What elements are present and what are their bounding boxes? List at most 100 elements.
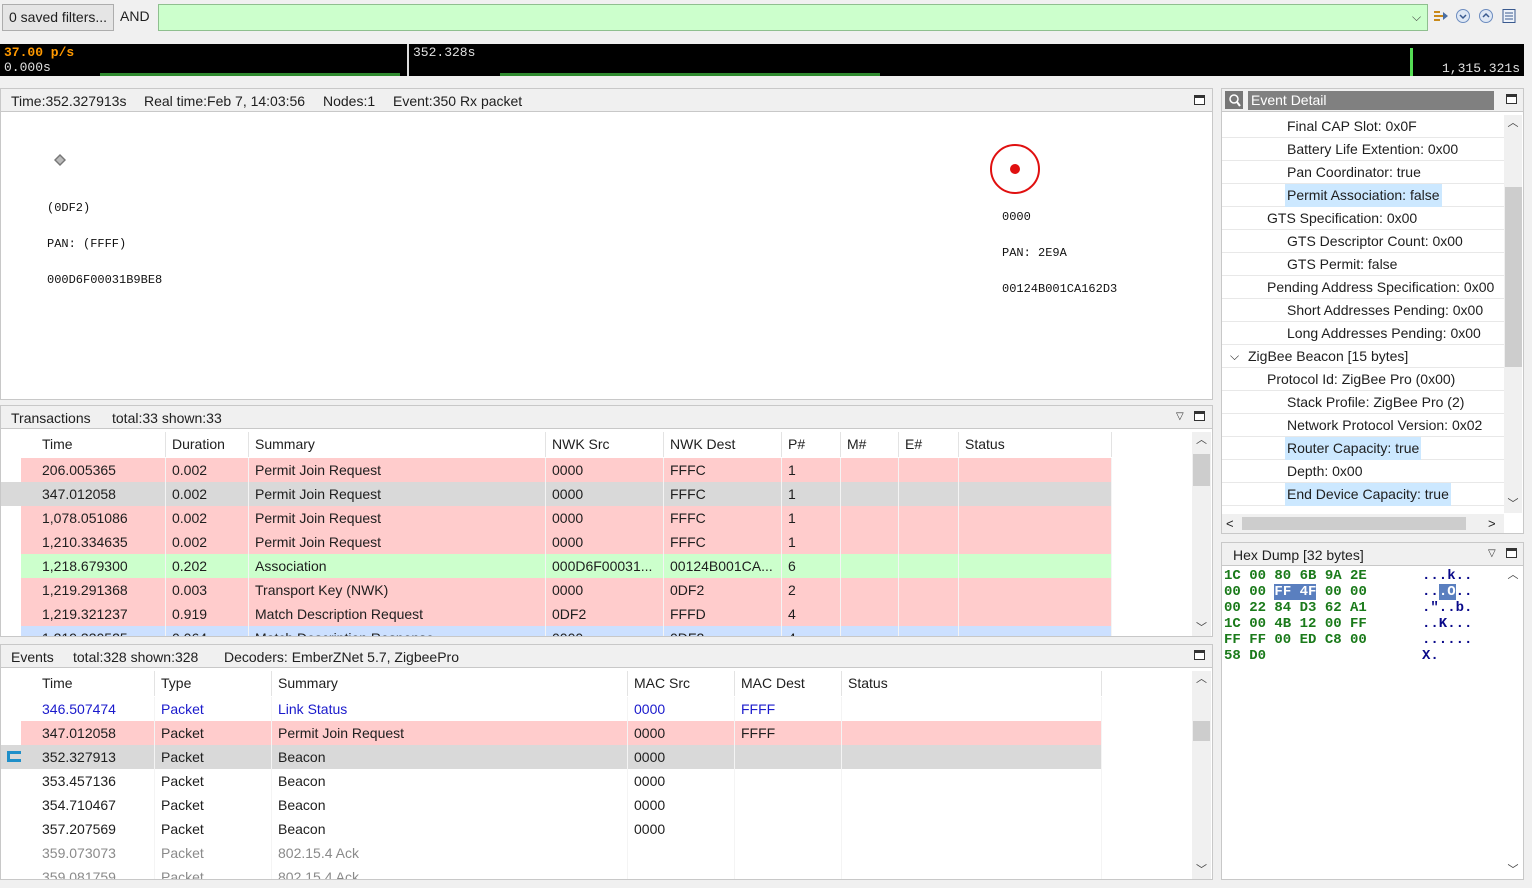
- scroll-left-icon[interactable]: <: [1226, 514, 1234, 533]
- detail-tree-item[interactable]: GTS Descriptor Count: 0x00: [1222, 230, 1504, 253]
- events-panel: Events total:328 shown:328 Decoders: Emb…: [0, 644, 1213, 880]
- panel-menu-icon[interactable]: ▽: [1176, 412, 1187, 422]
- hex-scrollbar[interactable]: ︿ ﹀: [1504, 567, 1522, 879]
- scrollbar-thumb[interactable]: [1193, 721, 1210, 741]
- detail-tree-item[interactable]: Long Addresses Pending: 0x00: [1222, 322, 1504, 345]
- events-scrollbar[interactable]: ︿ ﹀: [1192, 671, 1211, 879]
- scroll-right-icon[interactable]: >: [1488, 514, 1496, 533]
- column-header-time[interactable]: Time: [36, 671, 155, 696]
- hex-ascii: ."..b.: [1422, 600, 1472, 616]
- maximize-icon[interactable]: [1194, 411, 1205, 421]
- scroll-down-icon[interactable]: ﹀: [1504, 862, 1522, 879]
- table-row[interactable]: 347.012058 Packet Permit Join Request 0000 F…: [21, 721, 1102, 745]
- column-header-nwk-src[interactable]: NWK Src: [546, 432, 664, 457]
- network-node[interactable]: [54, 153, 66, 169]
- detail-tree-item[interactable]: Short Addresses Pending: 0x00: [1222, 299, 1504, 322]
- table-row[interactable]: 1,219.291368 0.003 Transport Key (NWK) 0000…: [21, 578, 1112, 602]
- table-row[interactable]: 359.073073 Packet 802.15.4 Ack: [1, 841, 1102, 865]
- detail-tree-item[interactable]: GTS Specification: 0x00: [1222, 207, 1504, 230]
- table-row[interactable]: 346.507474 Packet Link Status 0000 FFFF: [1, 697, 1102, 721]
- column-header-m[interactable]: M#: [841, 432, 899, 457]
- hex-bytes-selected: FF 4F: [1274, 584, 1317, 600]
- detail-tree-item[interactable]: Pending Address Specification: 0x00: [1222, 276, 1504, 299]
- maximize-icon[interactable]: [1506, 94, 1517, 104]
- hex-row[interactable]: 58 D0 X.: [1224, 648, 1504, 664]
- scroll-up-icon[interactable]: ︿: [1192, 432, 1211, 449]
- table-row[interactable]: 359.081759 Packet 802.15.4 Ack: [1, 865, 1102, 879]
- hex-row[interactable]: 00 00 FF 4F 00 00 ...O..: [1224, 584, 1504, 600]
- detail-tree-item[interactable]: Extended PAN ID: 00124B001CA162D3: [1222, 506, 1504, 507]
- filter-input[interactable]: [158, 4, 1428, 31]
- saved-filters-button[interactable]: 0 saved filters...: [2, 4, 114, 31]
- detail-tree-item[interactable]: End Device Capacity: true: [1222, 483, 1504, 506]
- table-row[interactable]: 357.207569 Packet Beacon 0000: [1, 817, 1102, 841]
- detail-hscrollbar[interactable]: < >: [1222, 514, 1504, 533]
- table-row[interactable]: 347.012058 0.002 Permit Join Request 0000 FF…: [1, 482, 1112, 506]
- detail-tree-item[interactable]: Final CAP Slot: 0x0F: [1222, 115, 1504, 138]
- apply-filter-icon[interactable]: [1433, 8, 1449, 24]
- detail-tree-item[interactable]: Depth: 0x00: [1222, 460, 1504, 483]
- table-row[interactable]: 1,219.3305250.064Match Description Respo…: [21, 626, 1112, 636]
- scrollbar-thumb[interactable]: [1505, 187, 1522, 367]
- filter-up-icon[interactable]: [1478, 8, 1494, 24]
- column-header-status[interactable]: Status: [842, 671, 1102, 696]
- column-header-mac-src[interactable]: MAC Src: [628, 671, 735, 696]
- filter-history-dropdown[interactable]: ⌵: [1406, 5, 1427, 30]
- scrollbar-thumb[interactable]: [1193, 454, 1210, 486]
- detail-tree-item[interactable]: Protocol Id: ZigBee Pro (0x00): [1222, 368, 1504, 391]
- table-row[interactable]: 1,219.321237 0.919 Match Description Reque…: [21, 602, 1112, 626]
- detail-tree-item[interactable]: Stack Profile: ZigBee Pro (2): [1222, 391, 1504, 414]
- cell-status: [959, 482, 1112, 506]
- filter-list-icon[interactable]: [1501, 8, 1517, 24]
- hex-row[interactable]: 1C 00 4B 12 00 FF ..K...: [1224, 616, 1504, 632]
- detail-tree-item[interactable]: Router Capacity: true: [1222, 437, 1504, 460]
- filter-down-icon[interactable]: [1455, 8, 1471, 24]
- transactions-scrollbar[interactable]: ︿ ﹀: [1192, 432, 1211, 636]
- table-row[interactable]: 352.327913 Packet Beacon 0000: [1, 745, 1102, 769]
- table-row[interactable]: 1,078.051086 0.002 Permit Join Request 0000…: [21, 506, 1112, 530]
- table-row[interactable]: 353.457136 Packet Beacon 0000: [1, 769, 1102, 793]
- column-header-nwk-dest[interactable]: NWK Dest: [664, 432, 782, 457]
- detail-tree-item[interactable]: GTS Permit: false: [1222, 253, 1504, 276]
- maximize-icon[interactable]: [1194, 650, 1205, 660]
- column-header-status[interactable]: Status: [959, 432, 1112, 457]
- column-header-duration[interactable]: Duration: [166, 432, 249, 457]
- column-header-summary[interactable]: Summary: [249, 432, 546, 457]
- scroll-down-icon[interactable]: ﹀: [1504, 496, 1522, 513]
- maximize-icon[interactable]: [1506, 548, 1517, 558]
- table-row[interactable]: 354.710467 Packet Beacon 0000: [1, 793, 1102, 817]
- detail-tree-item[interactable]: Network Protocol Version: 0x02: [1222, 414, 1504, 437]
- table-row[interactable]: 206.005365 0.002 Permit Join Request 0000 FF…: [21, 458, 1112, 482]
- cell-summary: 802.15.4 Ack: [272, 865, 628, 879]
- hex-row[interactable]: 1C 00 80 6B 9A 2E ...k..: [1224, 568, 1504, 584]
- scroll-up-icon[interactable]: ︿: [1504, 115, 1522, 132]
- column-header-type[interactable]: Type: [155, 671, 272, 696]
- timeline-strip[interactable]: 37.00 p/s 0.000s 352.328s 1,315.321s: [0, 44, 1524, 76]
- scroll-up-icon[interactable]: ︿: [1504, 567, 1522, 584]
- maximize-icon[interactable]: [1194, 95, 1205, 105]
- column-header-mac-dest[interactable]: MAC Dest: [735, 671, 842, 696]
- panel-menu-icon[interactable]: ▽: [1488, 549, 1499, 559]
- detail-tree-item[interactable]: Permit Association: false: [1222, 184, 1504, 207]
- detail-tree-item[interactable]: Battery Life Extention: 0x00: [1222, 138, 1504, 161]
- scrollbar-thumb[interactable]: [1242, 517, 1466, 530]
- detail-field-text: Router Capacity: true: [1285, 437, 1422, 460]
- hex-dump-content[interactable]: 1C 00 80 6B 9A 2E ...k.. 00 00 FF 4F 00 00…: [1222, 567, 1504, 877]
- hex-row[interactable]: FF FF 00 ED C8 00......: [1224, 632, 1504, 648]
- scroll-down-icon[interactable]: ﹀: [1192, 620, 1211, 636]
- column-header-e[interactable]: E#: [899, 432, 959, 457]
- table-row[interactable]: 1,218.679300 0.202 Association 000D6F00031.…: [21, 554, 1112, 578]
- scroll-up-icon[interactable]: ︿: [1192, 671, 1211, 688]
- detail-tree-item[interactable]: Pan Coordinator: true: [1222, 161, 1504, 184]
- expand-chevron-icon[interactable]: ⌵: [1230, 345, 1239, 368]
- detail-tree-item[interactable]: ⌵ ZigBee Beacon [15 bytes]: [1222, 345, 1504, 368]
- hex-row[interactable]: 00 22 84 D3 62 A1 ."..b.: [1224, 600, 1504, 616]
- column-header-p[interactable]: P#: [782, 432, 841, 457]
- column-header-time[interactable]: Time: [36, 432, 166, 457]
- column-header-summary[interactable]: Summary: [272, 671, 628, 696]
- timeline-cursor[interactable]: [407, 44, 409, 76]
- table-row[interactable]: 1,210.334635 0.002 Permit Join Request 0000…: [21, 530, 1112, 554]
- cell-dest: FFFC: [664, 530, 782, 554]
- detail-vscrollbar[interactable]: ︿ ﹀: [1504, 115, 1522, 513]
- scroll-down-icon[interactable]: ﹀: [1192, 862, 1211, 879]
